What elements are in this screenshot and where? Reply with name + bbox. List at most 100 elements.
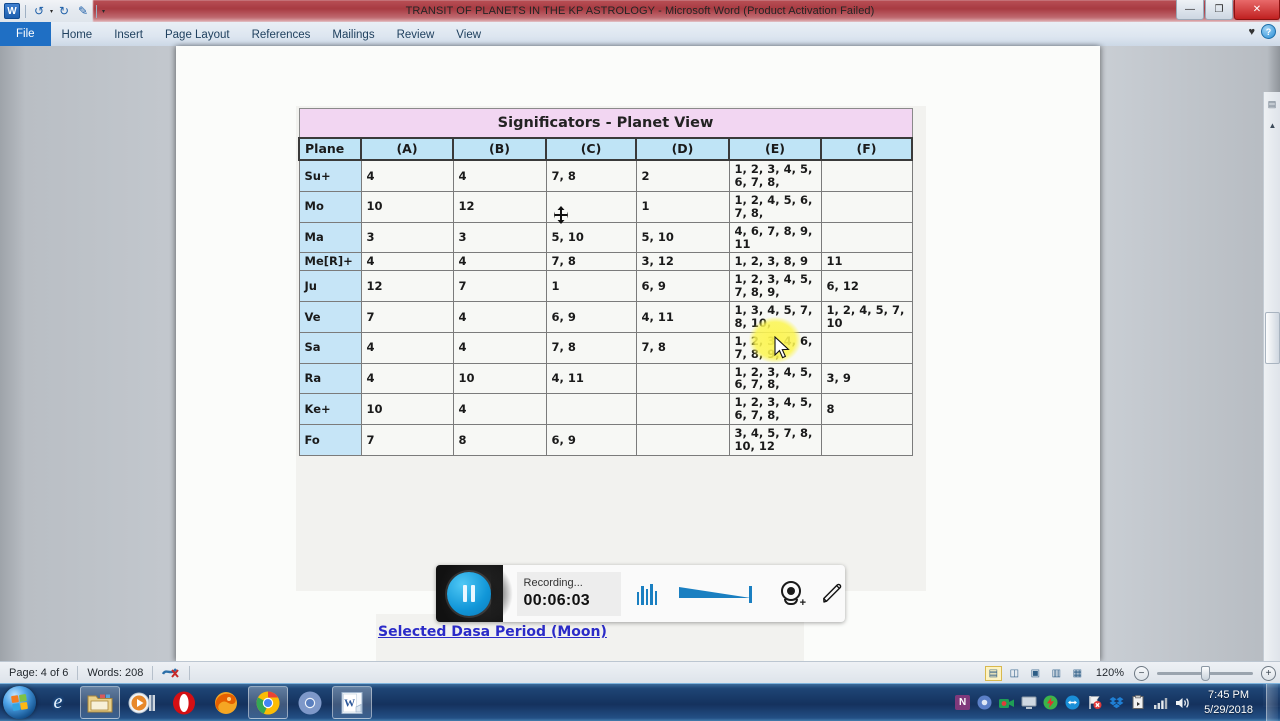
webcam-add-icon[interactable]: +: [779, 580, 806, 609]
cell-f: 3, 9: [820, 362, 913, 395]
screen-recorder-toolbar[interactable]: Recording... 00:06:03 +: [436, 565, 845, 622]
zoom-out-button[interactable]: −: [1134, 665, 1149, 681]
cell-d: 6, 9: [635, 270, 730, 303]
start-button[interactable]: [3, 686, 36, 719]
clock-date: 5/29/2018: [1204, 703, 1253, 716]
view-full-screen-reading-button[interactable]: ◫: [1006, 666, 1023, 681]
webcam-base: [784, 598, 798, 605]
undo-dropdown-icon[interactable]: ▾: [50, 8, 53, 15]
close-button[interactable]: ✕: [1234, 0, 1280, 20]
significators-table[interactable]: Significators - Planet View Plane (A) (B…: [298, 108, 914, 456]
row-planet: Su+: [298, 159, 362, 192]
word-count[interactable]: Words: 208: [78, 662, 152, 684]
pause-button[interactable]: [447, 571, 492, 616]
split-bar-icon[interactable]: ▤: [1264, 92, 1280, 116]
view-print-layout-button[interactable]: ▤: [984, 665, 1002, 681]
taskbar-chromium[interactable]: [290, 686, 330, 719]
selected-dasa-period-link[interactable]: Selected Dasa Period (Moon): [378, 624, 607, 640]
table-row[interactable]: Su+ 4 4 7, 8 2 1, 2, 3, 4, 5, 6, 7, 8,: [298, 159, 913, 192]
page-indicator[interactable]: Page: 4 of 6: [0, 662, 77, 684]
volume-tray-icon[interactable]: [1174, 694, 1191, 711]
teamviewer-tray-icon[interactable]: [1064, 694, 1081, 711]
cell-b: 4: [452, 331, 547, 364]
quick-edit-icon[interactable]: ✎: [75, 3, 91, 19]
tab-page-layout[interactable]: Page Layout: [154, 24, 241, 46]
pencil-icon[interactable]: [819, 581, 845, 607]
table-row[interactable]: Me[R]+ 4 4 7, 8 3, 12 1, 2, 3, 8, 9 11: [298, 252, 913, 272]
onenote-tray-icon[interactable]: N: [954, 694, 971, 711]
column-header-c: (C): [545, 137, 637, 162]
zoom-slider[interactable]: [1157, 665, 1253, 681]
audio-levels-icon[interactable]: [636, 583, 657, 605]
help-icon[interactable]: ?: [1261, 24, 1276, 39]
table-row[interactable]: Mo 10 12 1 1, 2, 4, 5, 6, 7, 8,: [298, 190, 913, 223]
table-row[interactable]: Ma 3 3 5, 10 5, 10 4, 6, 7, 8, 9, 11: [298, 221, 913, 254]
cell-b: 8: [452, 424, 547, 456]
dropbox-tray-icon[interactable]: [1108, 694, 1125, 711]
view-outline-button[interactable]: ▥: [1048, 666, 1065, 681]
taskbar-chrome[interactable]: [248, 686, 288, 719]
taskbar-internet-explorer[interactable]: e: [38, 686, 78, 719]
undo-icon[interactable]: ↺: [31, 3, 47, 19]
recorder-pause-area[interactable]: [436, 565, 512, 622]
system-tray: N 7:45 PM 5/29/2018: [954, 684, 1280, 721]
cell-a: 3: [360, 221, 454, 254]
minimize-button[interactable]: —: [1176, 0, 1204, 20]
action-center-icon[interactable]: [1086, 694, 1103, 711]
view-web-layout-button[interactable]: ▣: [1027, 666, 1044, 681]
taskbar-firefox[interactable]: [206, 686, 246, 719]
table-row[interactable]: Fo 7 8 6, 9 3, 4, 5, 7, 8, 10, 12: [298, 424, 913, 456]
camtasia-tray-icon[interactable]: [998, 694, 1015, 711]
tab-insert[interactable]: Insert: [103, 24, 154, 46]
taskbar-opera[interactable]: [164, 686, 204, 719]
cell-f: [820, 424, 913, 456]
show-desktop-button[interactable]: [1266, 684, 1278, 721]
volume-slider-knob[interactable]: [749, 585, 752, 603]
vertical-scrollbar[interactable]: ▤ ▲: [1263, 92, 1280, 707]
cell-c: 4, 11: [545, 362, 637, 395]
cell-f: [820, 190, 913, 223]
tab-home[interactable]: Home: [51, 24, 104, 46]
scrollbar-thumb[interactable]: [1265, 312, 1280, 364]
cell-b: 4: [452, 159, 547, 192]
restore-button[interactable]: ❐: [1205, 0, 1233, 20]
window-controls: — ❐ ✕: [1175, 0, 1280, 21]
zoom-in-button[interactable]: +: [1261, 665, 1276, 681]
taskbar-file-explorer[interactable]: [80, 686, 120, 719]
view-draft-button[interactable]: ▦: [1069, 666, 1086, 681]
volume-slider[interactable]: [679, 583, 763, 605]
taskbar-media-player[interactable]: [122, 686, 162, 719]
tab-review[interactable]: Review: [386, 24, 446, 46]
cell-e: 1, 2, 3, 4, 5, 7, 8, 9,: [728, 270, 822, 303]
qat-divider: [25, 4, 26, 18]
table-row[interactable]: Ra 4 10 4, 11 1, 2, 3, 4, 5, 6, 7, 8, 3,…: [298, 362, 913, 395]
cell-c: 1: [545, 270, 637, 303]
table-row[interactable]: Sa 4 4 7, 8 7, 8 1, 2, 3, 4, 6, 7, 8, 9,: [298, 331, 913, 364]
table-row[interactable]: Ju 12 7 1 6, 9 1, 2, 3, 4, 5, 7, 8, 9, 6…: [298, 270, 913, 303]
tab-mailings[interactable]: Mailings: [321, 24, 385, 46]
spellcheck-error-icon[interactable]: [153, 662, 189, 684]
zoom-level-label[interactable]: 120%: [1090, 662, 1130, 684]
network-tray-icon[interactable]: [1152, 694, 1169, 711]
cell-a: 7: [360, 301, 454, 333]
zoom-slider-knob[interactable]: [1201, 665, 1210, 681]
cell-e: 1, 2, 3, 4, 5, 6, 7, 8,: [728, 393, 822, 426]
table-row[interactable]: Ve 7 4 6, 9 4, 11 1, 3, 4, 5, 7, 8, 10, …: [298, 301, 913, 333]
chromium-tray-icon[interactable]: [976, 694, 993, 711]
taskbar-word[interactable]: W: [332, 686, 372, 719]
security-tray-icon[interactable]: [1042, 694, 1059, 711]
word-application-window: W ↺ ▾ ↻ ✎ ▾ TRANSIT OF PLANETS IN THE KP…: [0, 0, 1280, 721]
redo-icon[interactable]: ↻: [56, 3, 72, 19]
tab-references[interactable]: References: [241, 24, 322, 46]
tab-view[interactable]: View: [445, 24, 492, 46]
display-tray-icon[interactable]: [1020, 694, 1037, 711]
tab-file[interactable]: File: [0, 22, 51, 46]
table-row[interactable]: Ke+ 10 4 1, 2, 3, 4, 5, 6, 7, 8, 8: [298, 393, 913, 426]
word-app-icon[interactable]: W: [4, 3, 20, 19]
clipboard-tray-icon[interactable]: [1130, 694, 1147, 711]
taskbar-clock[interactable]: 7:45 PM 5/29/2018: [1196, 688, 1261, 718]
scroll-up-arrow[interactable]: ▲: [1265, 118, 1280, 133]
heart-icon[interactable]: ♥: [1248, 26, 1255, 38]
webcam-plus: +: [799, 596, 806, 609]
customize-qat-icon[interactable]: ▾: [102, 8, 105, 15]
